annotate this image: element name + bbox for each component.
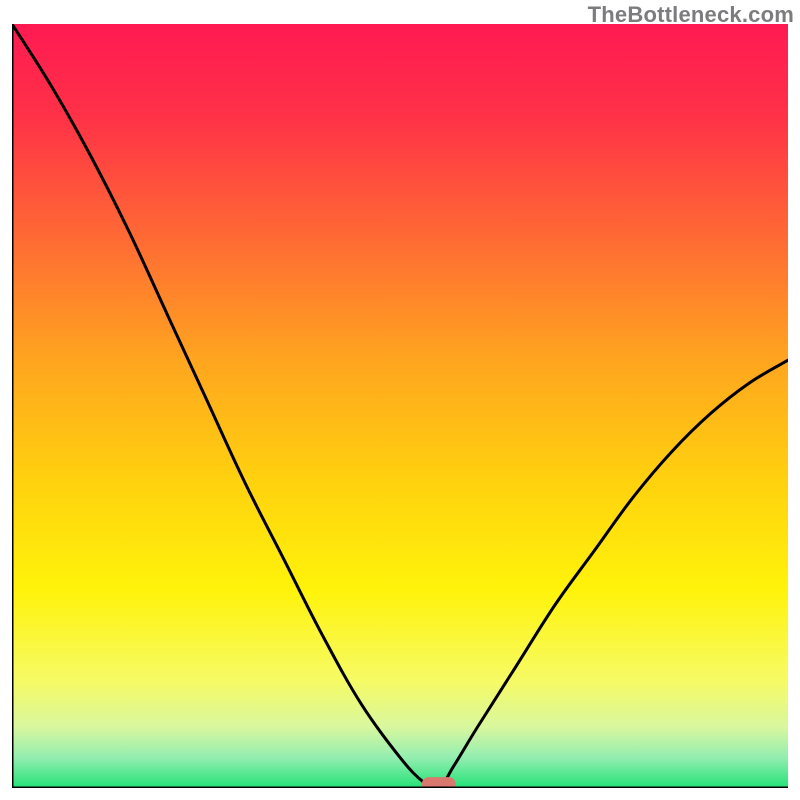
plot-background bbox=[12, 24, 788, 788]
optimum-marker bbox=[422, 777, 456, 788]
bottleneck-chart bbox=[12, 24, 788, 788]
attribution-label: TheBottleneck.com bbox=[588, 2, 794, 28]
chart-container: TheBottleneck.com bbox=[0, 0, 800, 800]
